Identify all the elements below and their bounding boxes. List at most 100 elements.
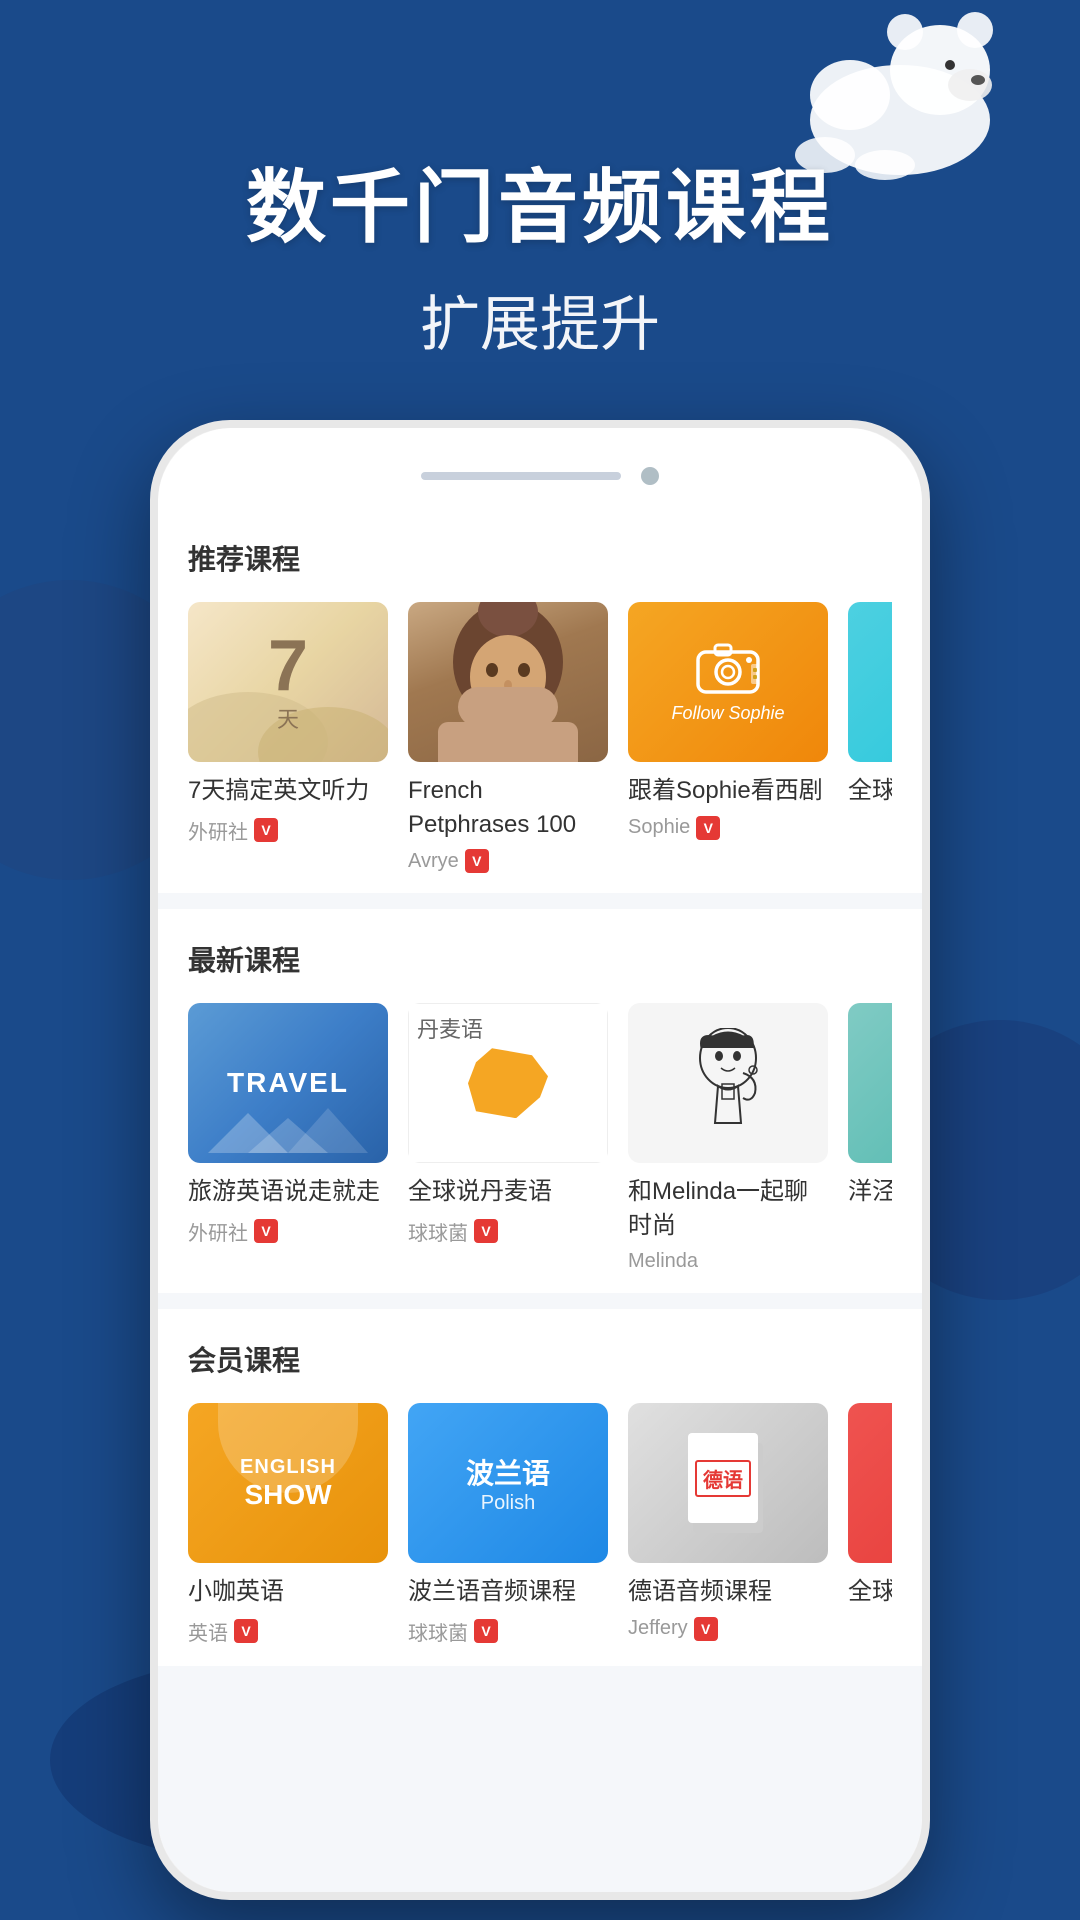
course-name-partial3: 全球营...: [848, 1575, 892, 1609]
verified-badge-french: V: [465, 849, 489, 873]
polish-text-sub: Polish: [481, 1492, 535, 1515]
course-name-german: 德语音频课程: [628, 1575, 828, 1609]
phone-inner: 推荐课程 7 天: [158, 428, 922, 1892]
course-item-partial1[interactable]: 全球...: [848, 602, 892, 873]
course-name-polish: 波兰语音频课程: [408, 1575, 608, 1609]
polish-text-main: 波兰语: [466, 1452, 550, 1492]
course-author-english-show: 英语 V: [188, 1617, 388, 1646]
thumb-partial2-bg: [848, 1003, 892, 1163]
german-page-front: 德语: [688, 1433, 758, 1523]
english-show-text-line2: SHOW: [244, 1479, 331, 1511]
course-item-danish[interactable]: 丹麦语 全球说丹麦语 球球菌 V: [408, 1003, 608, 1273]
phone-content: 推荐课程 7 天: [158, 508, 922, 1892]
course-thumb-danish: 丹麦语: [408, 1003, 608, 1163]
course-thumb-partial2: [848, 1003, 892, 1163]
course-item-polish[interactable]: 波兰语 Polish 波兰语音频课程 球球菌 V: [408, 1403, 608, 1646]
course-item-english-show[interactable]: ENGLISH SHOW 小咖英语 英语 V: [188, 1403, 388, 1646]
thumb-sophie-bg: Follow Sophie: [628, 602, 828, 762]
danish-map-shape: [468, 1048, 548, 1118]
phone-camera: [641, 467, 659, 485]
course-name-english-show: 小咖英语: [188, 1575, 388, 1609]
course-item-sophie[interactable]: Follow Sophie 跟着Sophie看西剧 Sophie V: [628, 602, 828, 873]
verified-badge-7days: V: [254, 818, 278, 842]
course-name-partial2: 洋泾...: [848, 1175, 892, 1209]
latest-courses: TRAVEL 旅游英语说走就走 外研社: [188, 1003, 892, 1273]
thumb-german-bg: 德语: [628, 1403, 828, 1563]
header-section: 数千门音频课程 扩展提升: [0, 160, 1080, 363]
danish-text-overlay: 丹麦语: [417, 1012, 483, 1044]
course-author-german: Jeffery V: [628, 1617, 828, 1641]
course-name-7days: 7天搞定英文听力: [188, 774, 388, 808]
member-section: 会员课程 ENGLISH SHOW 小咖英语: [158, 1309, 922, 1666]
verified-badge-english-show: V: [234, 1619, 258, 1643]
author-name-sophie: Sophie: [628, 816, 690, 839]
author-name-travel: 外研社: [188, 1217, 248, 1246]
thumb-melinda-bg: [628, 1003, 828, 1163]
verified-badge-travel: V: [254, 1219, 278, 1243]
travel-text: TRAVEL: [227, 1067, 349, 1099]
latest-title: 最新课程: [188, 939, 892, 979]
course-thumb-french: [408, 602, 608, 762]
course-thumb-sophie: Follow Sophie: [628, 602, 828, 762]
main-title: 数千门音频课程: [0, 160, 1080, 256]
course-thumb-7days: 7 天: [188, 602, 388, 762]
course-thumb-polish: 波兰语 Polish: [408, 1403, 608, 1563]
thumb-english-show-bg: ENGLISH SHOW: [188, 1403, 388, 1563]
thumb-partial3-bg: [848, 1403, 892, 1563]
sophie-label: Follow Sophie: [671, 703, 784, 724]
course-thumb-melinda: [628, 1003, 828, 1163]
verified-badge-danish: V: [474, 1219, 498, 1243]
thumb-french-bg: [408, 602, 608, 762]
author-name-7days: 外研社: [188, 816, 248, 845]
course-thumb-partial1: [848, 602, 892, 762]
course-name-sophie: 跟着Sophie看西剧: [628, 774, 828, 808]
author-name-melinda: Melinda: [628, 1250, 698, 1273]
course-thumb-german: 德语: [628, 1403, 828, 1563]
author-name-german: Jeffery: [628, 1617, 688, 1640]
author-name-english-show: 英语: [188, 1617, 228, 1646]
verified-badge-sophie: V: [696, 816, 720, 840]
thumb-7-number: 7: [268, 630, 308, 702]
melinda-sketch-svg: [683, 1028, 773, 1138]
verified-badge-polish: V: [474, 1619, 498, 1643]
member-title: 会员课程: [188, 1339, 892, 1379]
latest-section: 最新课程 TRAVEL: [158, 909, 922, 1293]
course-thumb-english-show: ENGLISH SHOW: [188, 1403, 388, 1563]
course-item-french[interactable]: French Petphrases 100 Avrye V: [408, 602, 608, 873]
course-author-travel: 外研社 V: [188, 1217, 388, 1246]
recommended-courses: 7 天 7天搞定英文听力 外研社 V: [188, 602, 892, 873]
course-item-german[interactable]: 德语 德语音频课程 Jeffery V: [628, 1403, 828, 1646]
course-author-sophie: Sophie V: [628, 816, 828, 840]
thumb-travel-bg: TRAVEL: [188, 1003, 388, 1163]
course-item-partial3[interactable]: 全球营...: [848, 1403, 892, 1646]
recommended-section: 推荐课程 7 天: [158, 508, 922, 893]
author-name-french: Avrye: [408, 850, 459, 873]
phone-notch: [421, 472, 621, 480]
course-name-travel: 旅游英语说走就走: [188, 1175, 388, 1209]
bear-illustration: [740, 0, 1020, 180]
phone-frame: 推荐课程 7 天: [150, 420, 930, 1900]
course-name-partial1: 全球...: [848, 774, 892, 808]
course-name-melinda: 和Melinda一起聊时尚: [628, 1175, 828, 1242]
course-author-7days: 外研社 V: [188, 816, 388, 845]
german-label-text: 德语: [695, 1460, 751, 1497]
course-author-french: Avrye V: [408, 849, 608, 873]
member-courses: ENGLISH SHOW 小咖英语 英语 V: [188, 1403, 892, 1646]
course-name-french: French Petphrases 100: [408, 774, 608, 841]
course-item-partial2[interactable]: 洋泾...: [848, 1003, 892, 1273]
course-item-melinda[interactable]: 和Melinda一起聊时尚 Melinda: [628, 1003, 828, 1273]
phone-mockup: 推荐课程 7 天: [150, 420, 930, 1900]
author-name-danish: 球球菌: [408, 1217, 468, 1246]
verified-badge-german: V: [694, 1617, 718, 1641]
thumb-7-unit: 天: [277, 702, 299, 734]
sub-title: 扩展提升: [0, 276, 1080, 363]
course-item-travel[interactable]: TRAVEL 旅游英语说走就走 外研社: [188, 1003, 388, 1273]
thumb-polish-bg: 波兰语 Polish: [408, 1403, 608, 1563]
thumb-7days-bg: 7 天: [188, 602, 388, 762]
thumb-partial1-bg: [848, 602, 892, 762]
recommended-title: 推荐课程: [188, 538, 892, 578]
course-author-danish: 球球菌 V: [408, 1217, 608, 1246]
thumb-danish-bg: 丹麦语: [408, 1003, 608, 1163]
course-author-melinda: Melinda: [628, 1250, 828, 1273]
course-item-7days[interactable]: 7 天 7天搞定英文听力 外研社 V: [188, 602, 388, 873]
